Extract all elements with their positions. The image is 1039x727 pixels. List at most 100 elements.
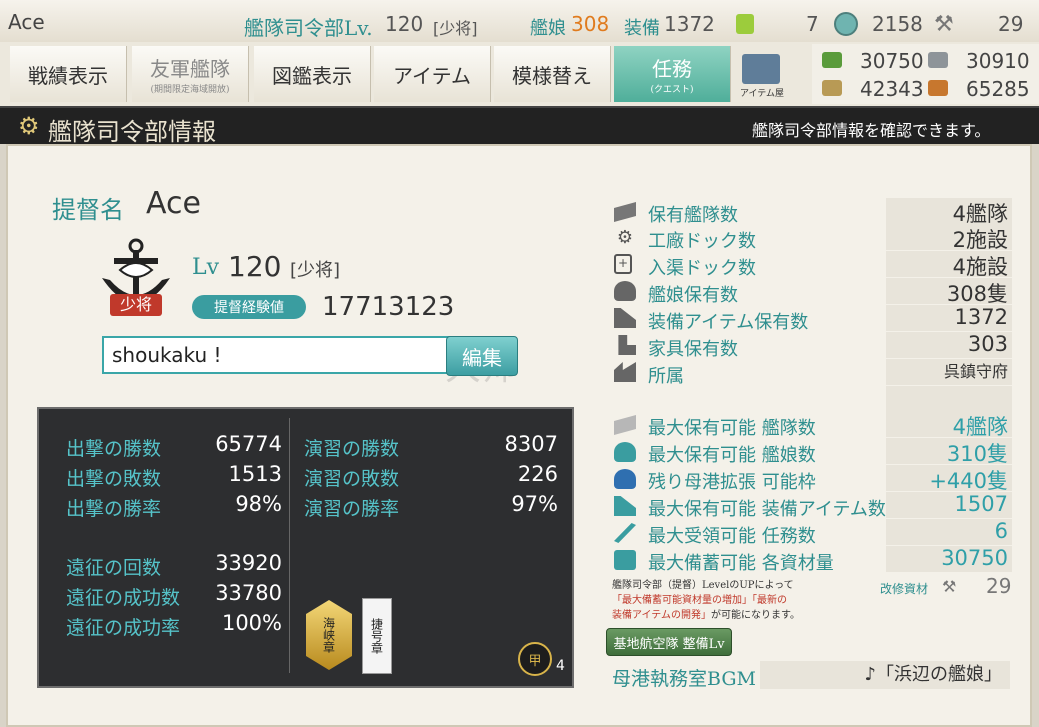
- medal-label: 海峡章: [321, 617, 336, 653]
- expedition-count-value: 33920: [215, 551, 282, 575]
- note-line: が可能になります。: [711, 610, 800, 621]
- rank-label: [少将]: [290, 260, 341, 281]
- gear-icon: ⚙: [18, 112, 40, 140]
- steel-value: 30910: [966, 49, 1030, 73]
- fuel-value: 30750: [860, 49, 924, 73]
- bucket-icon: [736, 14, 754, 34]
- nav-label: 図鑑表示: [272, 63, 352, 88]
- note-line: 艦隊司令部（提督）LevelのUPによって: [612, 580, 794, 591]
- exercise-wins-label: 演習の勝数: [304, 438, 400, 460]
- bgm-selector[interactable]: ♪「浜辺の艦娘」: [760, 661, 1010, 689]
- equip-count: 1372: [664, 12, 715, 36]
- shipgirls-label: 艦娘: [530, 18, 566, 39]
- max-equip-value: 1507: [886, 492, 1012, 518]
- note-line: 「最大備蓄可能資材量の増加」「最新の: [612, 595, 787, 606]
- medal-count: 4: [556, 658, 565, 674]
- sho-medal-icon: 捷号章: [362, 598, 392, 674]
- level-label: Lv: [192, 255, 220, 280]
- expansion-icon: [614, 469, 636, 489]
- hammer-icon: ⚒: [942, 577, 957, 596]
- sortie-wins-value: 65774: [215, 432, 282, 456]
- expansion-value: +440隻: [886, 465, 1012, 493]
- ships-value: 308隻: [886, 278, 1012, 306]
- bauxite-icon: [928, 80, 948, 96]
- exercise-wins-value: 8307: [504, 432, 558, 456]
- shop-icon: [742, 54, 780, 84]
- fuel-icon: [822, 52, 842, 68]
- fleets-value: 4艦隊: [886, 198, 1012, 226]
- furniture-label: 家具保有数: [648, 339, 738, 360]
- hq-rank: [少将]: [433, 19, 478, 38]
- level-value: 120: [228, 250, 282, 283]
- nav-library[interactable]: 図鑑表示: [254, 46, 371, 102]
- level-up-note: 艦隊司令部（提督）LevelのUPによって 「最大備蓄可能資材量の増加」「最新の…: [612, 578, 852, 623]
- section-header: ⚙ 艦隊司令部情報 艦隊司令部情報を確認できます。: [0, 106, 1039, 146]
- screw-count: 29: [998, 12, 1024, 36]
- item-shop-button[interactable]: アイテム屋: [736, 48, 788, 100]
- nav-sublabel: (期間限定海域開放): [150, 85, 230, 95]
- nav-furniture[interactable]: 模様替え: [494, 46, 611, 102]
- edit-button[interactable]: 編集: [446, 336, 518, 376]
- ships-label: 艦娘保有数: [648, 285, 738, 306]
- improvement-material-label: 改修資材: [880, 582, 929, 596]
- max-fleets-label: 最大保有可能 艦隊数: [648, 418, 816, 439]
- exercise-rate-label: 演習の勝率: [304, 498, 400, 520]
- max-quests-value: 6: [886, 519, 1012, 545]
- nav-label: 戦績表示: [28, 63, 108, 88]
- max-resources-value: 30750: [886, 546, 1012, 572]
- equip-items-label: 装備アイテム保有数: [648, 312, 809, 333]
- nav-label: アイテム: [393, 63, 471, 88]
- nav-quest[interactable]: 任務 (クエスト): [614, 46, 731, 102]
- sortie-rate-label: 出撃の勝率: [66, 498, 162, 520]
- bucket-count: 7: [806, 12, 819, 36]
- comment-input[interactable]: [102, 336, 452, 374]
- nav-war-record[interactable]: 戦績表示: [10, 46, 127, 102]
- note-line: 装備アイテムの開発」: [612, 610, 711, 621]
- devmat-count: 2158: [872, 12, 923, 36]
- nav-friend-fleet[interactable]: 友軍艦隊 (期間限定海域開放): [132, 46, 249, 102]
- docks-label: 工廠ドック数: [648, 231, 756, 252]
- nav-label: 友軍艦隊: [150, 57, 230, 81]
- sortie-losses-label: 出撃の敗数: [66, 468, 162, 490]
- book-icon: [614, 550, 636, 570]
- shipgirls-count: 308: [571, 12, 610, 36]
- affiliation-value: 呉鎮守府: [886, 359, 1012, 385]
- nav-items[interactable]: アイテム: [374, 46, 491, 102]
- exercise-losses-value: 226: [517, 462, 558, 486]
- resource-panel: 30750 30910 42343 65285: [812, 44, 1039, 104]
- base-air-squadron-button[interactable]: 基地航空隊 整備Lv: [606, 628, 732, 656]
- expedition-count-label: 遠征の回数: [66, 557, 162, 579]
- ko-medal-icon: 甲: [518, 642, 552, 676]
- sortie-losses-value: 1513: [228, 462, 282, 486]
- page-description: 艦隊司令部情報を確認できます。: [752, 121, 991, 140]
- ammo-value: 42343: [860, 77, 924, 101]
- item-shop-label: アイテム屋: [739, 89, 785, 99]
- affiliation-label: 所属: [648, 366, 684, 387]
- repair-docks-value: 4施設: [886, 251, 1012, 279]
- empty-row: [886, 386, 1012, 412]
- repair-icon: +: [614, 254, 632, 274]
- steel-icon: [928, 52, 948, 68]
- furniture-value: 303: [886, 332, 1012, 358]
- screw-icon: ⚒: [934, 12, 954, 37]
- exercise-losses-label: 演習の敗数: [304, 468, 400, 490]
- improvement-material-value: 29: [986, 574, 1012, 598]
- devmat-icon: [834, 12, 858, 36]
- sortie-rate-value: 98%: [235, 492, 282, 516]
- admiral-name: Ace: [146, 186, 201, 221]
- exercise-rate-value: 97%: [511, 492, 558, 516]
- bauxite-value: 65285: [966, 77, 1030, 101]
- gear-icon: ⚙: [616, 227, 634, 248]
- max-equip-label: 最大保有可能 装備アイテム数: [648, 499, 886, 520]
- strait-medal-icon: 海峡章: [306, 600, 352, 670]
- nav-sublabel: (クエスト): [650, 85, 694, 95]
- repair-docks-label: 入渠ドック数: [648, 258, 756, 279]
- sortie-wins-label: 出撃の勝数: [66, 438, 162, 460]
- page-title: 艦隊司令部情報: [48, 118, 216, 146]
- nav-label: 任務: [652, 57, 692, 81]
- rank-badge: 少将: [119, 295, 152, 314]
- fleets-label: 保有艦隊数: [648, 205, 738, 226]
- max-resources-label: 最大備蓄可能 各資材量: [648, 553, 834, 574]
- shipgirl-icon: [614, 281, 636, 301]
- docks-value: 2施設: [886, 224, 1012, 252]
